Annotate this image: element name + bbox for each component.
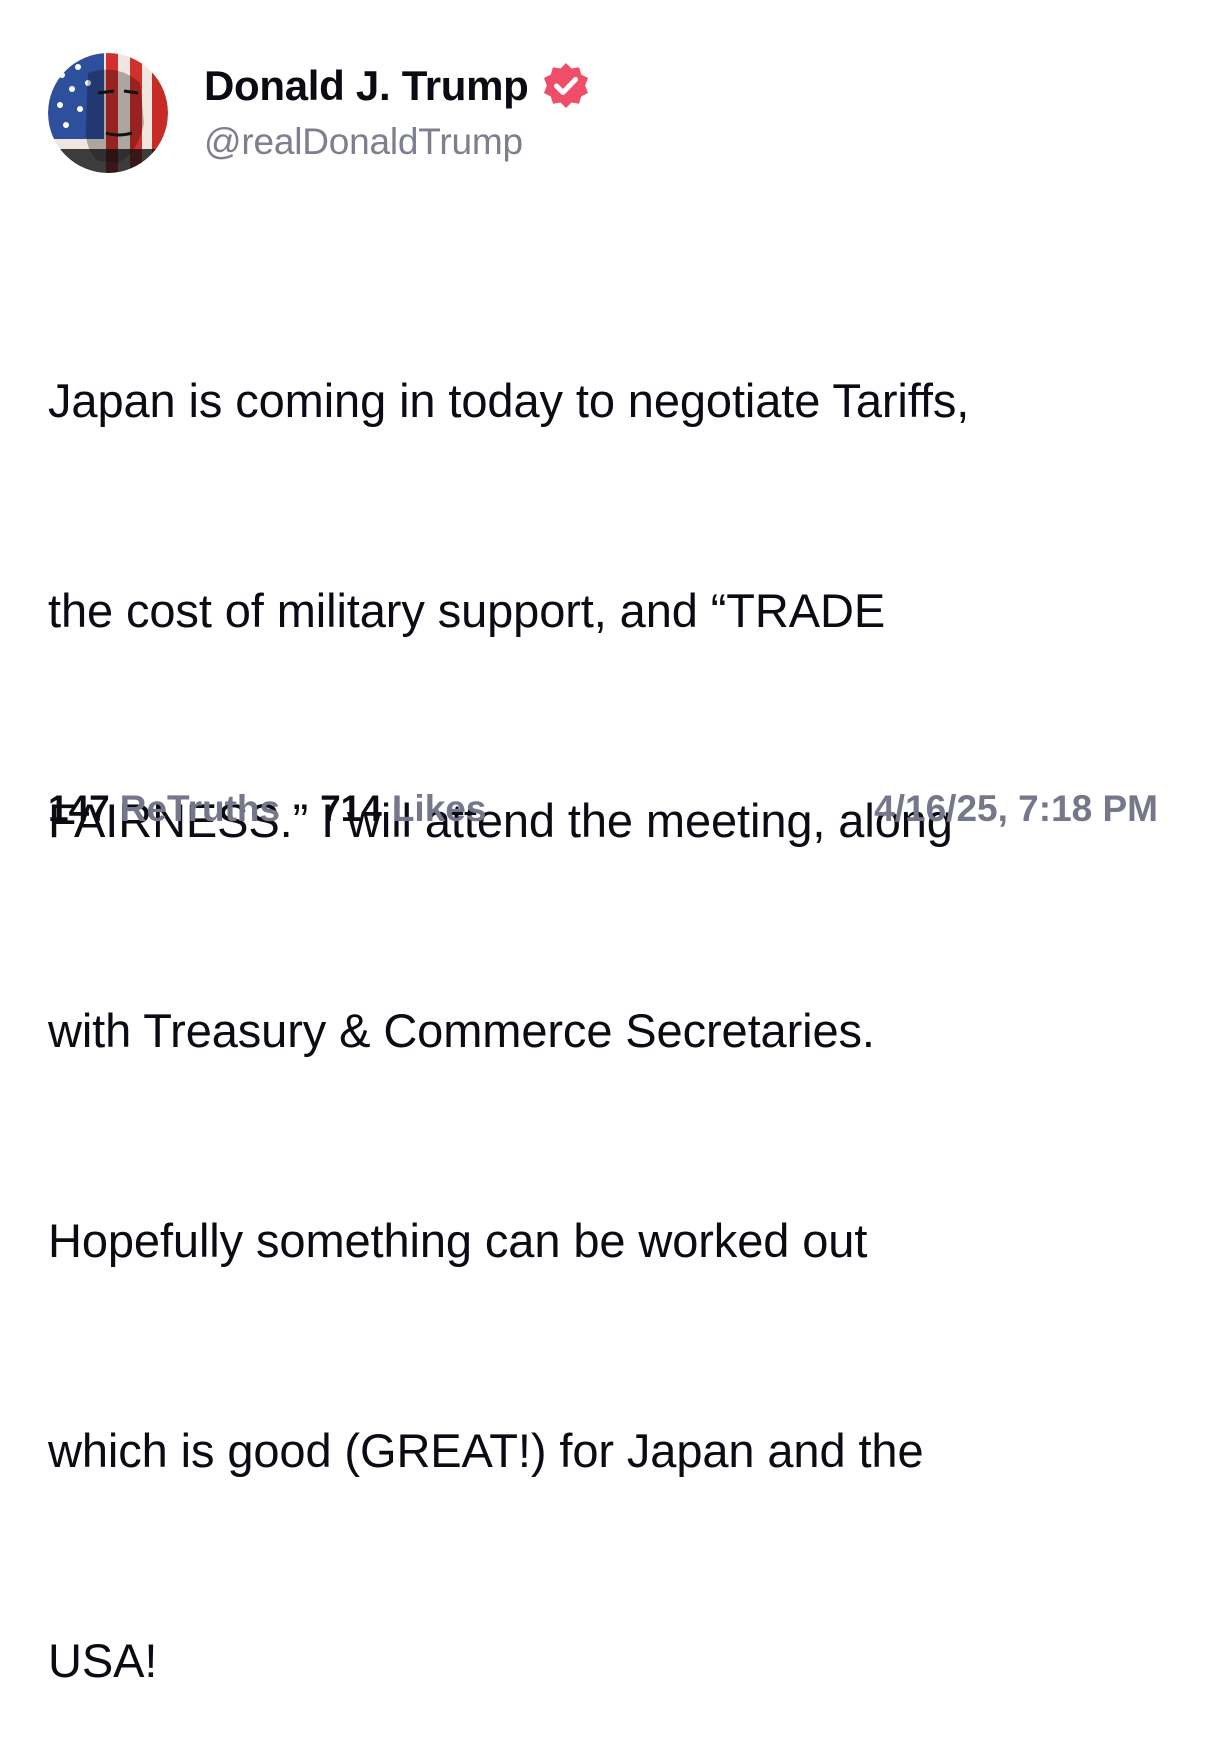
post-line: which is good (GREAT!) for Japan and the <box>48 1424 924 1477</box>
post-text: Japan is coming in today to negotiate Ta… <box>48 226 1158 1764</box>
post-timestamp[interactable]: 4/16/25, 7:18 PM <box>874 788 1158 830</box>
author-names: Donald J. Trump @realDonaldTrump <box>204 57 591 163</box>
retruths-stat[interactable]: 147 ReTruths <box>48 788 280 830</box>
likes-count: 714 <box>320 788 382 829</box>
retruths-label: ReTruths <box>119 788 281 829</box>
post-line: the cost of military support, and “TRADE <box>48 584 886 637</box>
avatar[interactable] <box>48 53 168 173</box>
display-name[interactable]: Donald J. Trump <box>204 62 529 110</box>
post-line: with Treasury & Commerce Secretaries. <box>48 1004 875 1057</box>
avatar-image <box>48 53 168 173</box>
post-line: Hopefully something can be worked out <box>48 1214 868 1267</box>
post-header: Donald J. Trump @realDonaldTrump <box>48 52 591 174</box>
likes-stat[interactable]: 714 Likes <box>320 788 486 830</box>
retruths-count: 147 <box>48 788 110 829</box>
author-handle[interactable]: @realDonaldTrump <box>204 121 591 163</box>
post-footer: 147 ReTruths 714 Likes 4/16/25, 7:18 PM <box>48 782 1158 836</box>
post-line: Japan is coming in today to negotiate Ta… <box>48 374 970 427</box>
name-row: Donald J. Trump <box>204 57 591 115</box>
verified-badge-icon <box>541 61 591 111</box>
post-line: USA! <box>48 1634 158 1687</box>
likes-label: Likes <box>391 788 487 829</box>
